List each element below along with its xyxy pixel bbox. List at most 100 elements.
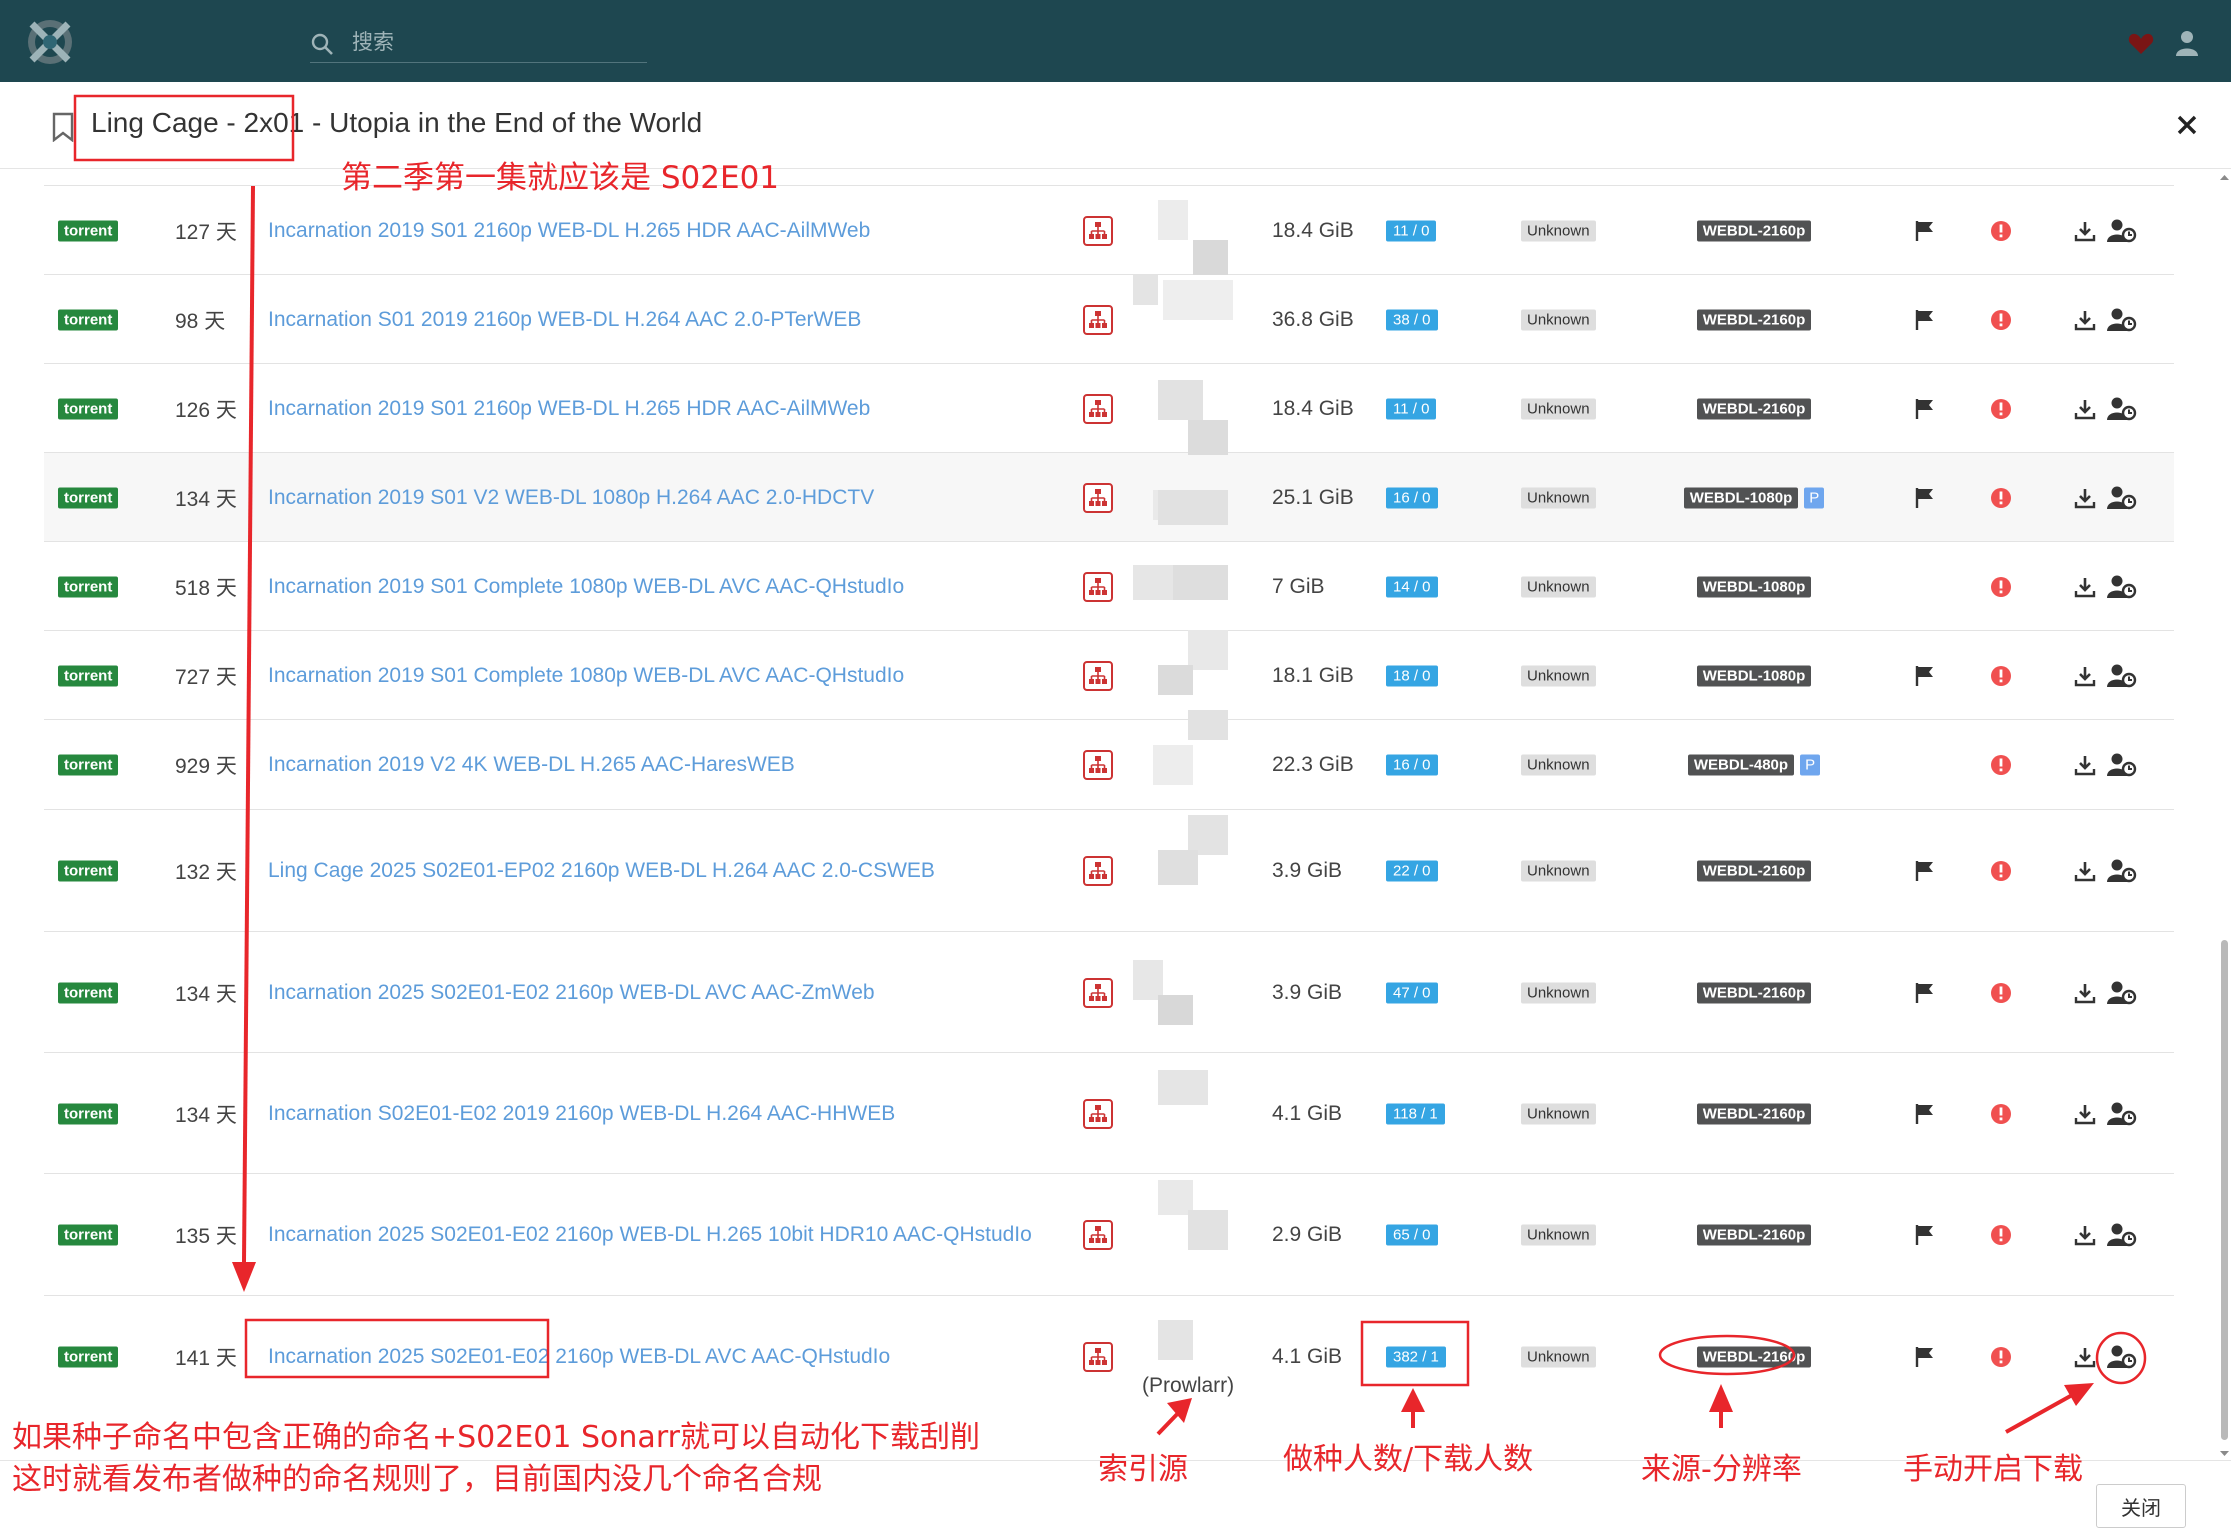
peers-badge: 38 / 0 [1386, 309, 1438, 330]
release-title-link[interactable]: Incarnation 2019 S01 Complete 1080p WEB-… [268, 575, 904, 599]
release-title-link[interactable]: Incarnation 2019 S01 V2 WEB-DL 1080p H.2… [268, 486, 874, 510]
release-title-link[interactable]: Incarnation 2025 S02E01-E02 2160p WEB-DL… [268, 1223, 1032, 1247]
close-button[interactable]: 关闭 [2096, 1484, 2186, 1528]
peers-badge: 16 / 0 [1386, 487, 1438, 508]
quality-badge: WEBDL-2160p [1696, 982, 1812, 1003]
release-size: 7 GiB [1272, 574, 1325, 598]
indexer-icon[interactable] [1083, 1098, 1113, 1129]
download-icon[interactable] [2074, 398, 2096, 420]
proper-badge: P [1800, 754, 1821, 776]
language-badge: Unknown [1521, 487, 1596, 508]
close-icon[interactable] [2170, 108, 2204, 142]
manual-search-icon[interactable] [2107, 980, 2137, 1006]
download-icon[interactable] [2074, 576, 2096, 598]
bookmark-icon[interactable] [52, 112, 74, 142]
release-age: 929 天 [175, 755, 237, 778]
download-icon[interactable] [2074, 1346, 2096, 1368]
logo-icon[interactable] [26, 18, 74, 66]
search-input[interactable] [350, 28, 644, 58]
language-badge: Unknown [1521, 860, 1596, 882]
release-title-link[interactable]: Incarnation 2019 S01 2160p WEB-DL H.265 … [268, 219, 870, 243]
manual-search-icon[interactable] [2107, 218, 2137, 244]
release-age: 134 天 [175, 1103, 237, 1127]
peers-badge: 18 / 0 [1386, 665, 1438, 686]
release-title-link[interactable]: Ling Cage 2025 S02E01-EP02 2160p WEB-DL … [268, 859, 935, 883]
protocol-badge: torrent [58, 220, 119, 241]
indexer-icon[interactable] [1083, 1220, 1113, 1250]
manual-search-icon[interactable] [2107, 663, 2137, 689]
quality-badge: WEBDL-480p [1687, 754, 1795, 776]
indexer-icon[interactable] [1083, 977, 1113, 1008]
release-title-link[interactable]: Incarnation 2025 S02E01-E02 2160p WEB-DL… [268, 981, 875, 1005]
quality-cell: WEBDL-2160p [1624, 220, 1884, 241]
release-size: 2.9 GiB [1272, 1223, 1343, 1246]
flag-icon [1915, 1225, 1933, 1245]
scroll-up-icon[interactable] [2219, 172, 2230, 183]
manual-search-icon[interactable] [2107, 858, 2137, 884]
quality-cell: WEBDL-2160p [1624, 398, 1884, 419]
indexer-icon[interactable] [1083, 1342, 1113, 1372]
quality-badge: WEBDL-2160p [1696, 1103, 1812, 1124]
reject-icon [1991, 220, 2011, 241]
download-icon[interactable] [2074, 754, 2096, 776]
manual-search-icon[interactable] [2107, 1344, 2137, 1370]
indexer-icon[interactable] [1083, 571, 1113, 602]
release-title-link[interactable]: Incarnation 2025 S02E01-E02 2160p WEB-DL… [268, 1345, 890, 1369]
indexer-icon[interactable] [1083, 304, 1113, 335]
reject-icon [1991, 1225, 2011, 1245]
manual-search-icon[interactable] [2107, 1101, 2137, 1127]
indexer-icon[interactable] [1083, 215, 1113, 246]
release-title-link[interactable]: Incarnation S02E01-E02 2019 2160p WEB-DL… [268, 1102, 895, 1126]
table-row: torrent 98 天 Incarnation S01 2019 2160p … [44, 274, 2174, 364]
release-title-link[interactable]: Incarnation 2019 S01 Complete 1080p WEB-… [268, 664, 904, 688]
release-size: 18.1 GiB [1272, 663, 1354, 687]
release-size: 3.9 GiB [1272, 980, 1343, 1004]
quality-badge: WEBDL-2160p [1696, 860, 1812, 882]
manual-search-icon[interactable] [2107, 752, 2137, 778]
reject-icon [1991, 982, 2011, 1003]
release-title-link[interactable]: Incarnation 2019 V2 4K WEB-DL H.265 AAC-… [268, 753, 795, 777]
release-title-link[interactable]: Incarnation S01 2019 2160p WEB-DL H.264 … [268, 308, 861, 332]
download-icon[interactable] [2074, 309, 2096, 331]
manual-search-icon[interactable] [2107, 396, 2137, 422]
user-icon[interactable] [2175, 30, 2199, 56]
quality-cell: WEBDL-1080p P [1624, 487, 1884, 508]
download-icon[interactable] [2074, 982, 2096, 1004]
download-icon[interactable] [2074, 1103, 2096, 1125]
proper-badge: P [1804, 487, 1825, 508]
download-icon[interactable] [2074, 665, 2096, 687]
reject-icon [1991, 309, 2011, 330]
download-icon[interactable] [2074, 860, 2096, 882]
quality-badge: WEBDL-2160p [1696, 309, 1812, 330]
language-badge: Unknown [1521, 576, 1596, 597]
peers-badge: 382 / 1 [1386, 1346, 1446, 1368]
indexer-icon[interactable] [1083, 856, 1113, 886]
indexer-icon[interactable] [1083, 482, 1113, 513]
scroll-down-icon[interactable] [2219, 1448, 2230, 1459]
download-icon[interactable] [2074, 487, 2096, 509]
annotation-quality-label: 来源-分辨率 [1641, 1452, 1802, 1487]
reject-icon [1991, 755, 2011, 775]
table-row: torrent 135 天 Incarnation 2025 S02E01-E0… [44, 1173, 2174, 1296]
scrollbar-thumb[interactable] [2221, 940, 2228, 1440]
release-age: 134 天 [175, 982, 237, 1006]
download-icon[interactable] [2074, 1224, 2096, 1246]
indexer-icon[interactable] [1083, 660, 1113, 691]
language-badge: Unknown [1521, 1103, 1596, 1124]
reject-icon [1991, 861, 2011, 881]
indexer-icon[interactable] [1083, 393, 1113, 424]
protocol-badge: torrent [58, 576, 119, 597]
download-icon[interactable] [2074, 220, 2096, 242]
heart-icon[interactable] [2128, 33, 2154, 55]
language-badge: Unknown [1521, 1224, 1596, 1246]
language-badge: Unknown [1521, 398, 1596, 419]
indexer-icon[interactable] [1083, 750, 1113, 780]
manual-search-icon[interactable] [2107, 485, 2137, 511]
table-row: torrent 127 天 Incarnation 2019 S01 2160p… [44, 185, 2174, 275]
manual-search-icon[interactable] [2107, 1222, 2137, 1248]
release-title-link[interactable]: Incarnation 2019 S01 2160p WEB-DL H.265 … [268, 397, 870, 421]
reject-icon [1991, 1347, 2011, 1367]
release-age: 98 天 [175, 309, 226, 333]
manual-search-icon[interactable] [2107, 574, 2137, 600]
manual-search-icon[interactable] [2107, 307, 2137, 333]
